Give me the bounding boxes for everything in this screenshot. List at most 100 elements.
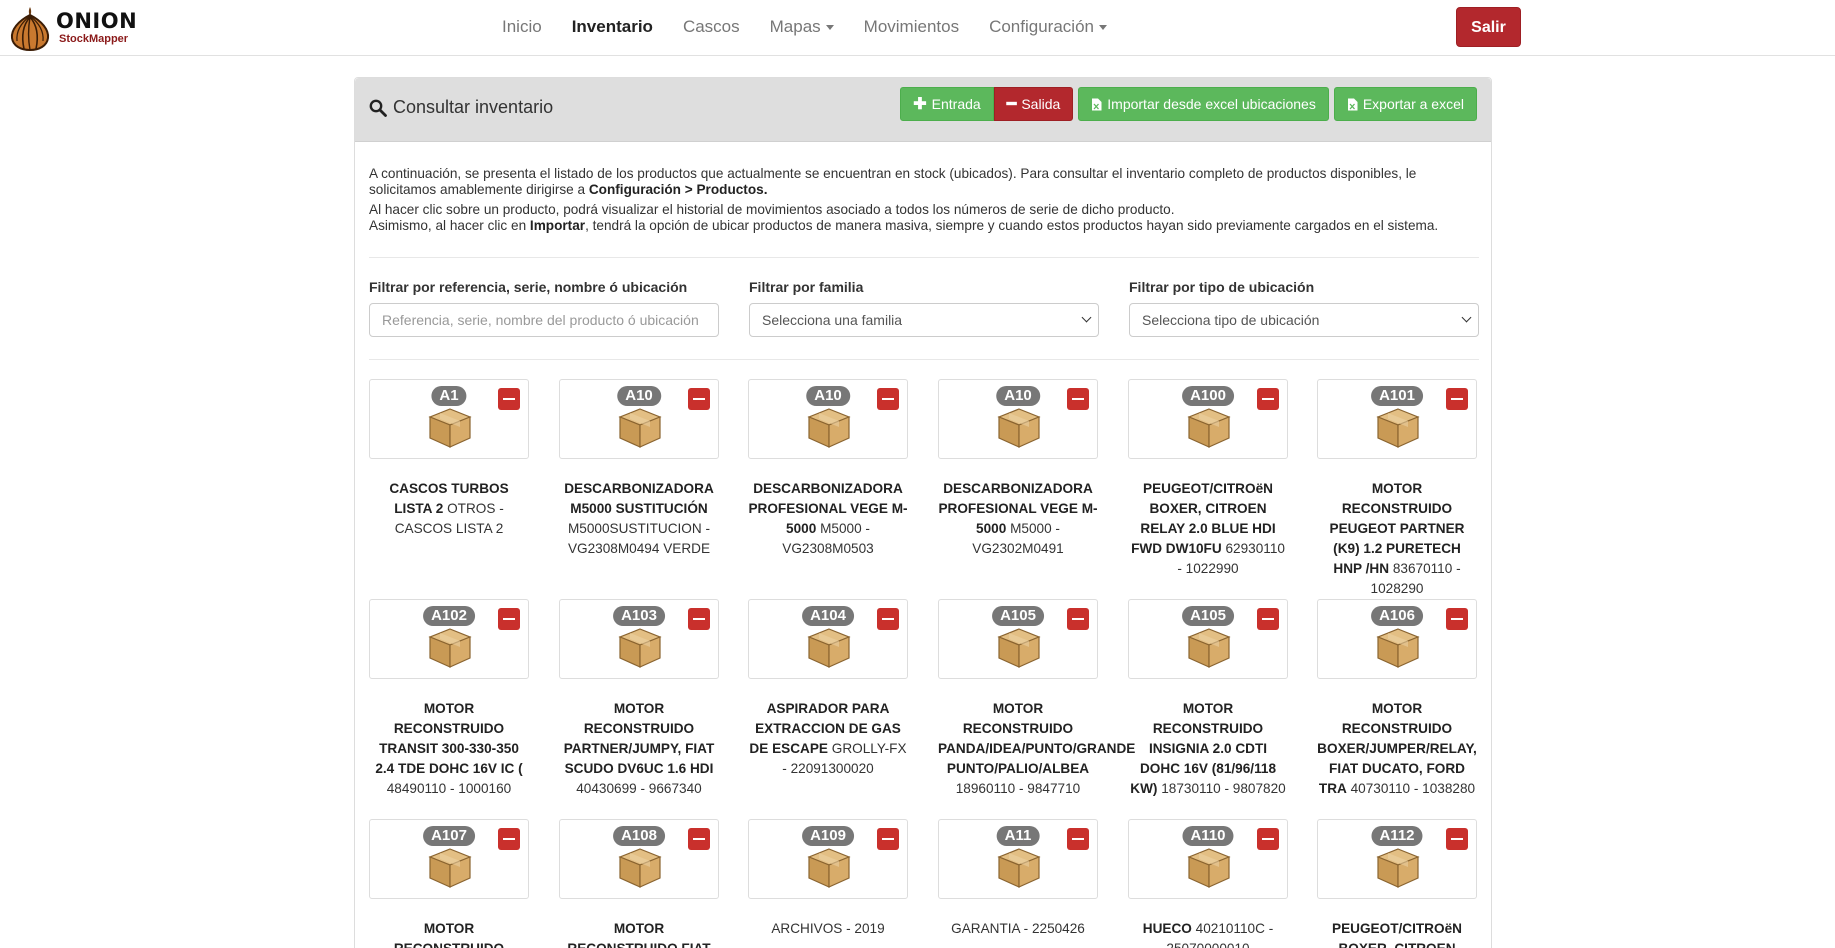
box-icon [1187,407,1231,454]
remove-product-button[interactable] [1257,828,1279,850]
location-badge: A102 [423,606,475,626]
box-icon [428,847,472,894]
product-location-box[interactable]: A105 [938,599,1098,679]
file-excel-icon [1092,98,1102,110]
product-detail: 40730110 - 1038280 [1346,781,1476,796]
nav-mapas[interactable]: Mapas [755,17,849,37]
box-icon [1187,627,1231,674]
product-name: HUECO [1142,921,1192,936]
entrada-button[interactable]: ✚ Entrada [900,87,994,121]
nav-configuracion[interactable]: Configuración [974,17,1122,37]
remove-product-button[interactable] [1067,828,1089,850]
product-location-box[interactable]: A107 [369,819,529,899]
remove-product-button[interactable] [1446,388,1468,410]
product-location-box[interactable]: A104 [748,599,908,679]
product-location-box[interactable]: A105 [1128,599,1288,679]
product-location-box[interactable]: A10 [748,379,908,459]
product-location-box[interactable]: A1 [369,379,529,459]
product-description: MOTOR RECONSTRUIDO PANDA/IDEA/PUNTO/GRAN… [938,699,1135,799]
brand-logo[interactable]: ONION StockMapper [8,2,137,54]
product-card[interactable]: A10 DESCARBONIZADORA PROFESIONAL VEGE M-5… [938,379,1098,559]
product-description: MOTOR RECONSTRUIDO FIAT [559,919,719,948]
product-card[interactable]: A106 MOTOR RECONSTRUIDO BOXER/JUMPER/RELA… [1317,599,1477,799]
panel-header: Consultar inventario ✚ Entrada ━ Salida … [355,78,1491,142]
product-card[interactable]: A10 DESCARBONIZADORA M5000 SUSTITUCIÓN M5… [559,379,719,559]
box-icon [1187,847,1231,894]
product-card[interactable]: A100 PEUGEOT/CITROëN BOXER, CITROEN RELAY… [1128,379,1288,579]
product-card[interactable]: A102 MOTOR RECONSTRUIDO TRANSIT 300-330-3… [369,599,529,799]
remove-product-button[interactable] [877,828,899,850]
product-location-box[interactable]: A100 [1128,379,1288,459]
remove-product-button[interactable] [1257,608,1279,630]
product-card[interactable]: A104 ASPIRADOR PARA EXTRACCION DE GAS DE … [748,599,908,779]
product-description: MOTOR RECONSTRUIDO [369,919,529,948]
product-card[interactable]: A108 MOTOR RECONSTRUIDO FIAT [559,819,719,948]
intro-paragraph-1: A continuación, se presenta el listado d… [369,166,1481,198]
remove-product-button[interactable] [1446,608,1468,630]
export-excel-button[interactable]: Exportar a excel [1333,87,1477,121]
product-location-box[interactable]: A110 [1128,819,1288,899]
logout-button[interactable]: Salir [1456,7,1521,47]
product-card[interactable]: A107 MOTOR RECONSTRUIDO [369,819,529,948]
remove-product-button[interactable] [877,608,899,630]
remove-product-button[interactable] [877,388,899,410]
product-card[interactable]: A103 MOTOR RECONSTRUIDO PARTNER/JUMPY, FI… [559,599,719,799]
search-input[interactable]: Referencia, serie, nombre del producto ó… [369,303,719,337]
remove-product-button[interactable] [1446,828,1468,850]
product-detail: GARANTIA - 2250426 [951,921,1085,936]
product-location-box[interactable]: A103 [559,599,719,679]
remove-product-button[interactable] [498,388,520,410]
nav-inicio[interactable]: Inicio [487,17,557,37]
product-description: GARANTIA - 2250426 [938,919,1098,939]
location-badge: A101 [1371,386,1423,406]
remove-product-button[interactable] [1257,388,1279,410]
product-detail: 18960110 - 9847710 [955,781,1081,796]
location-badge: A112 [1371,826,1423,846]
remove-product-button[interactable] [498,828,520,850]
product-card[interactable]: A112 PEUGEOT/CITROëN BOXER, CITROEN [1317,819,1477,948]
product-location-box[interactable]: A109 [748,819,908,899]
product-location-box[interactable]: A108 [559,819,719,899]
location-type-select-value: Selecciona tipo de ubicación [1142,312,1320,328]
box-icon [618,407,662,454]
product-location-box[interactable]: A10 [559,379,719,459]
box-icon [618,627,662,674]
remove-product-button[interactable] [1067,608,1089,630]
panel-title: Consultar inventario [369,97,553,118]
remove-product-button[interactable] [1067,388,1089,410]
product-location-box[interactable]: A101 [1317,379,1477,459]
nav-label: Inicio [502,17,542,36]
product-card[interactable]: A101 MOTOR RECONSTRUIDO PEUGEOT PARTNER (… [1317,379,1477,599]
location-badge: A104 [802,606,854,626]
product-location-box[interactable]: A10 [938,379,1098,459]
product-card[interactable]: A10 DESCARBONIZADORA PROFESIONAL VEGE M-5… [748,379,908,559]
product-card[interactable]: A1 CASCOS TURBOS LISTA 2 OTROS - CASCOS L… [369,379,529,539]
remove-product-button[interactable] [498,608,520,630]
nav-movimientos[interactable]: Movimientos [849,17,974,37]
salida-button[interactable]: ━ Salida [993,87,1074,121]
remove-product-button[interactable] [688,388,710,410]
location-type-select[interactable]: Selecciona tipo de ubicación [1129,303,1479,337]
nav-inventario[interactable]: Inventario [557,17,668,37]
product-location-box[interactable]: A106 [1317,599,1477,679]
filter-reference: Filtrar por referencia, serie, nombre ó … [369,279,719,337]
search-icon [369,99,387,117]
remove-product-button[interactable] [688,608,710,630]
onion-logo-icon [10,7,50,51]
nav-cascos[interactable]: Cascos [668,17,755,37]
product-location-box[interactable]: A11 [938,819,1098,899]
product-card[interactable]: A110 HUECO 40210110C - 25070000010 [1128,819,1288,948]
import-excel-button[interactable]: Importar desde excel ubicaciones [1078,87,1329,121]
product-card[interactable]: A105 MOTOR RECONSTRUIDO PANDA/IDEA/PUNTO/… [938,599,1135,799]
product-description: MOTOR RECONSTRUIDO TRANSIT 300-330-350 2… [369,699,529,799]
product-card[interactable]: A105 MOTOR RECONSTRUIDO INSIGNIA 2.0 CDTI… [1128,599,1288,799]
product-location-box[interactable]: A102 [369,599,529,679]
chevron-down-icon [1461,312,1472,323]
family-select[interactable]: Selecciona una familia [749,303,1099,337]
product-card[interactable]: A11 GARANTIA - 2250426 [938,819,1098,939]
product-card[interactable]: A109 ARCHIVOS - 2019 [748,819,908,939]
product-location-box[interactable]: A112 [1317,819,1477,899]
intro-config-link-text: Configuración > Productos. [588,182,768,197]
inventory-panel: Consultar inventario ✚ Entrada ━ Salida … [354,77,1492,948]
remove-product-button[interactable] [688,828,710,850]
